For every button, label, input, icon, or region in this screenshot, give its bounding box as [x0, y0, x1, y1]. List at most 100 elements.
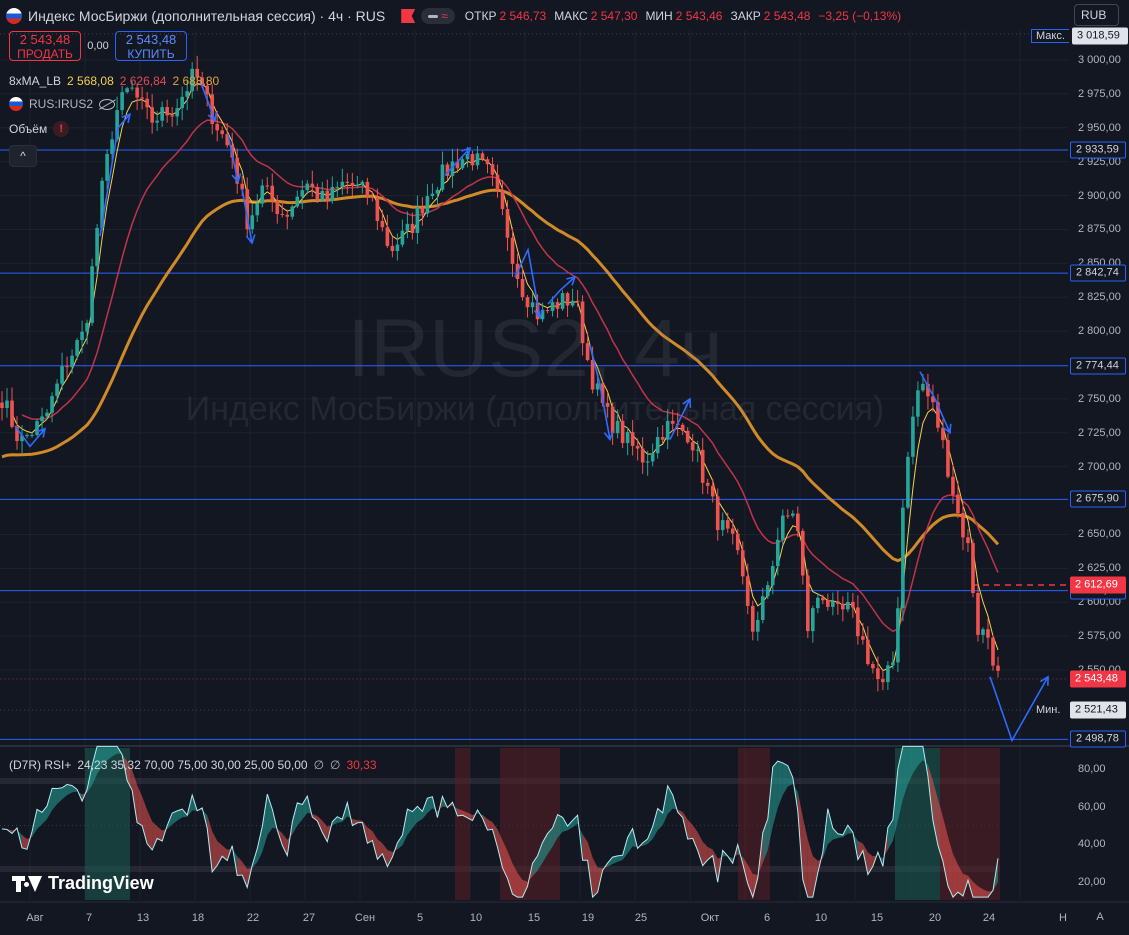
collapse-legend-button[interactable]: ^: [9, 145, 37, 167]
low-label: МИН: [645, 9, 673, 23]
auto-scale-button[interactable]: A: [1092, 909, 1108, 925]
candle-body: [80, 331, 84, 341]
rsi-fill: [802, 816, 808, 898]
warning-icon[interactable]: !: [53, 121, 70, 137]
rsi-fill: [427, 796, 433, 814]
candle-body: [360, 181, 365, 185]
ohlc-readout: ОТКР 2 546,73 МАКС 2 547,30 МИН 2 543,46 ЗА…: [465, 9, 906, 23]
rsi-fill: [592, 857, 598, 898]
candle-body: [740, 550, 745, 577]
candle-body: [85, 322, 89, 332]
price-chart[interactable]: [0, 0, 1129, 935]
hidden-eye-icon[interactable]: [99, 98, 116, 110]
rsi-tick-label: 20,00: [1078, 876, 1106, 888]
price-tick-label: 2 725,00: [1078, 426, 1121, 439]
candle-body: [565, 293, 570, 306]
price-tick-label: 2 875,00: [1078, 223, 1121, 236]
candle-body: [140, 97, 144, 99]
buy-price: 2 543,48: [125, 32, 177, 47]
candle-body: [891, 662, 895, 666]
candle-body: [55, 383, 59, 397]
candle-body: [165, 107, 169, 116]
russia-flag-icon: [6, 8, 22, 24]
time-tick-label: 10: [469, 912, 483, 924]
candle-body: [510, 237, 515, 264]
time-tick-label: 7: [85, 912, 93, 924]
candle-body: [735, 533, 740, 551]
candle-body: [660, 437, 665, 440]
buy-button[interactable]: 2 543,48 КУПИТЬ: [115, 31, 187, 61]
candle-body: [645, 461, 650, 463]
candle-body: [370, 196, 375, 198]
candle-body: [700, 449, 705, 483]
rsi-fill: [782, 762, 788, 795]
candle-body: [490, 164, 495, 175]
candle-body: [650, 453, 655, 462]
candle-body: [941, 427, 945, 441]
currency-button[interactable]: RUB: [1074, 4, 1119, 26]
time-tick-label: Сен: [354, 912, 376, 924]
candle-body: [570, 300, 575, 306]
session-pill[interactable]: ≈: [421, 8, 455, 24]
candle-body: [430, 193, 435, 197]
candle-body: [5, 400, 9, 408]
rsi-legend[interactable]: (D7R) RSI+ 24,23 35,32 70,00 75,00 30,00…: [9, 758, 377, 772]
candle-body: [480, 153, 485, 160]
open-label: ОТКР: [464, 9, 497, 23]
candle-body: [590, 360, 595, 390]
price-tick-label: 2 575,00: [1078, 630, 1121, 643]
candle-body: [35, 421, 39, 435]
candle-body: [160, 107, 164, 121]
candle-body: [30, 434, 34, 436]
candle-body: [986, 629, 990, 638]
candle-body: [896, 608, 900, 663]
candle-body: [836, 601, 840, 604]
sell-price: 2 543,48: [19, 32, 71, 47]
candle-body: [440, 164, 445, 190]
candle-body: [841, 603, 845, 610]
level-price-badge: 2 498,78: [1070, 730, 1126, 748]
candle-body: [851, 601, 855, 608]
candle-body: [816, 597, 820, 609]
candle-body: [275, 200, 280, 215]
last-price-badge: 2 543,48: [1070, 670, 1126, 688]
sell-label: ПРОДАТЬ: [17, 47, 73, 61]
time-tick-label: 20: [928, 912, 942, 924]
buy-label: КУПИТЬ: [127, 47, 175, 61]
candle-body: [846, 601, 850, 610]
candle-body: [801, 530, 805, 576]
candle-body: [255, 203, 260, 216]
candle-body: [635, 445, 640, 449]
max-price-badge: 3 018,59: [1072, 27, 1128, 45]
candle-body: [685, 430, 690, 443]
rsi-fill: [687, 819, 693, 840]
candle-body: [120, 92, 124, 111]
brand-name: TradingView: [48, 873, 154, 893]
sell-button[interactable]: 2 543,48 ПРОДАТЬ: [9, 31, 81, 61]
candle-body: [50, 396, 54, 413]
volume-legend[interactable]: Объём !: [9, 121, 70, 137]
null-icon: ∅: [313, 758, 325, 772]
candle-body: [400, 230, 405, 245]
candle-body: [831, 601, 835, 607]
candle-body: [90, 266, 94, 323]
candles: [0, 55, 1000, 692]
time-tick-label: 25: [634, 912, 648, 924]
candle-body: [886, 665, 890, 683]
symbol-title[interactable]: Индекс МосБиржи (дополнительная сессия) …: [28, 8, 385, 24]
candle-body: [871, 664, 875, 669]
candle-body: [340, 181, 345, 187]
rsi-fill: [322, 820, 328, 842]
flag-mark-icon[interactable]: [401, 9, 416, 23]
ma-mid-value: 2 626,84: [119, 74, 167, 88]
candle-body: [135, 87, 139, 98]
rsi-fill: [807, 839, 813, 898]
max-tag: Макс.: [1031, 29, 1069, 43]
time-tick-label: 5: [416, 912, 424, 924]
candle-body: [821, 597, 825, 601]
ma-legend[interactable]: 8xMA_LB 2 568,08 2 626,84 2 688,80: [9, 74, 219, 88]
candle-body: [981, 629, 985, 635]
rsi-fill: [52, 788, 58, 811]
time-tick-label: 22: [246, 912, 260, 924]
compare-legend[interactable]: RUS:IRUS2: [9, 97, 116, 111]
